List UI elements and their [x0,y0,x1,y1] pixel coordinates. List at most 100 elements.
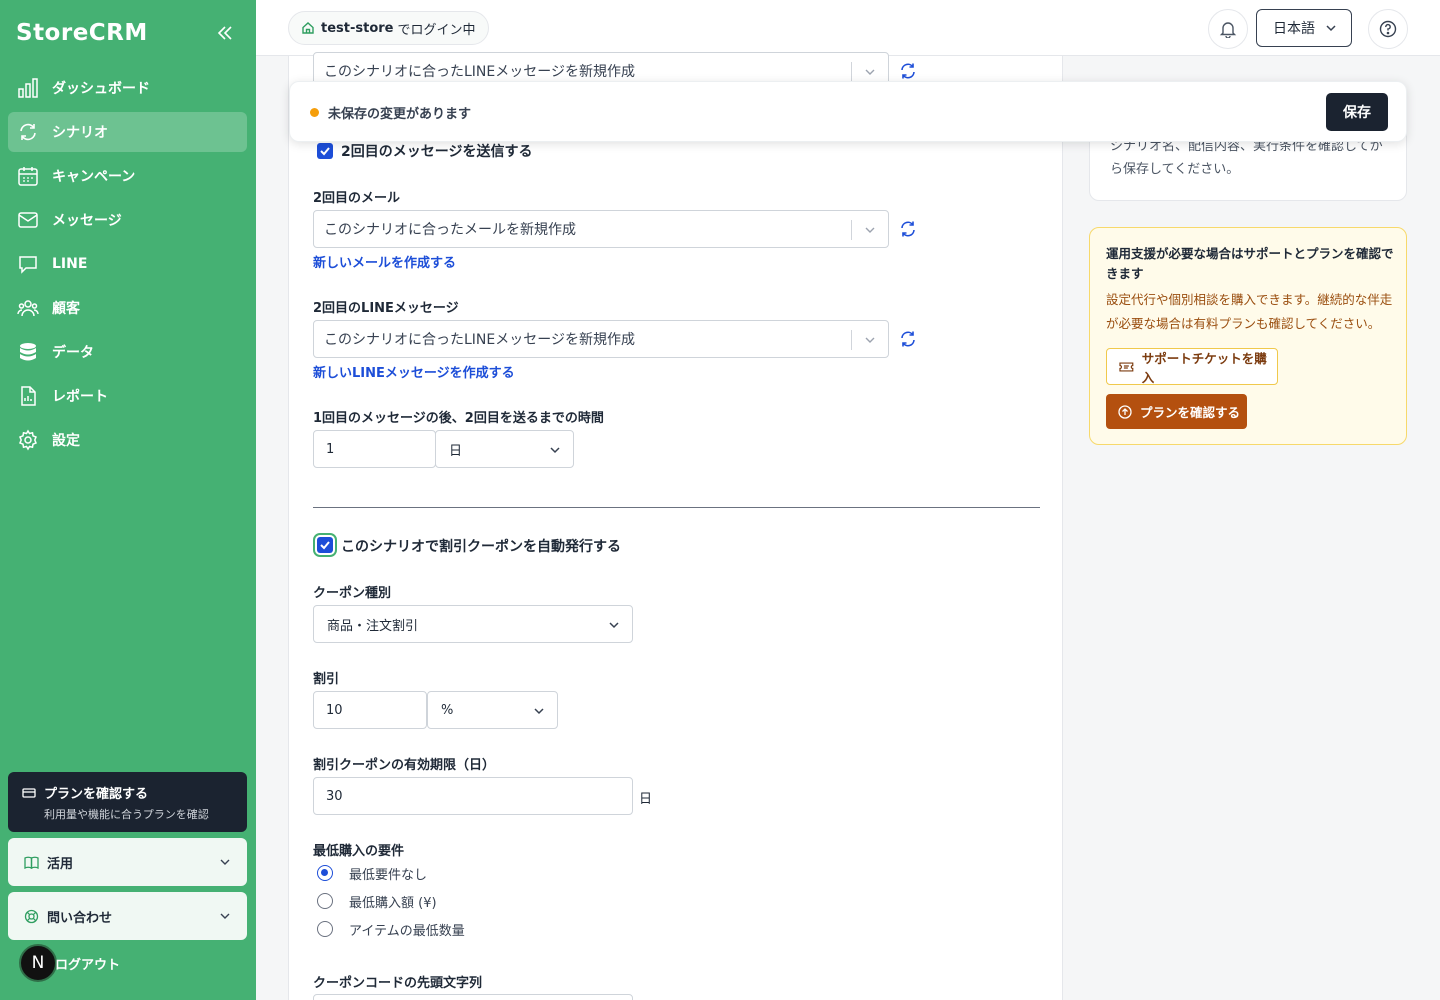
interval-unit-select[interactable]: 日 [435,430,574,468]
logout-button[interactable]: ログアウト [55,954,120,973]
accordion-usage-label: 活用 [47,856,74,872]
refresh-icon[interactable] [899,220,917,238]
select-separator [851,220,852,240]
interval-value-input[interactable]: 1 [313,430,436,468]
chevron-down-icon [534,708,544,715]
chat-icon [17,253,39,275]
avatar[interactable]: N [19,944,57,982]
second-line-label: 2回目のLINEメッセージ [313,301,459,316]
sidebar-item-data[interactable]: データ [8,332,247,372]
second-message-checkbox-label: 2回目のメッセージを送信する [341,144,533,160]
select-value: % [441,702,454,718]
accordion-contact-label: 問い合わせ [47,910,113,926]
select-value: このシナリオに合ったLINEメッセージを新規作成 [324,64,635,80]
sidebar-item-message[interactable]: メッセージ [8,200,247,240]
store-name: test-store [321,20,394,36]
chevron-down-icon [220,913,230,919]
help-button[interactable] [1368,9,1408,49]
sidebar-item-label: ダッシュボード [52,81,150,97]
accordion-usage[interactable]: 活用 [8,838,247,886]
section-divider [313,507,1040,508]
validity-suffix: 日 [639,792,653,807]
second-line-select[interactable]: このシナリオに合ったLINEメッセージを新規作成 [313,320,889,358]
brand-logo: StoreCRM [16,20,148,46]
logout-row[interactable]: N ログアウト [19,944,120,982]
new-line-link[interactable]: 新しいLINEメッセージを作成する [313,362,515,381]
home-icon [302,22,314,34]
code-prefix-label: クーポンコードの先頭文字列 [313,976,483,991]
check-icon [320,541,330,550]
code-prefix-input[interactable] [313,994,633,1000]
buy-ticket-button[interactable]: サポートチケットを購入 [1106,348,1278,385]
sidebar-item-line[interactable]: LINE [8,244,247,284]
ticket-icon [1119,361,1134,372]
sidebar-item-scenario[interactable]: シナリオ [8,112,247,152]
language-select[interactable]: 日本語 [1256,9,1352,47]
select-value: このシナリオに合ったメールを新規作成 [324,222,576,238]
book-icon [24,856,39,869]
store-suffix: でログイン中 [397,22,476,38]
sidebar-item-campaign[interactable]: キャンペーン [8,156,247,196]
sidebar-item-settings[interactable]: 設定 [8,420,247,460]
support-title: 運用支援が必要な場合はサポートとプランを確認できます [1106,246,1394,281]
users-icon [17,297,39,319]
second-message-checkbox[interactable] [317,143,333,159]
collapse-sidebar-icon[interactable] [214,22,236,44]
validity-input[interactable]: 30 [313,777,633,815]
coupon-type-select[interactable]: 商品・注文割引 [313,605,633,643]
sidebar-item-report[interactable]: レポート [8,376,247,416]
accordion-contact[interactable]: 問い合わせ [8,892,247,940]
lifebuoy-icon [24,909,39,923]
chevron-down-icon [865,337,875,343]
report-icon [17,385,39,407]
mail-icon [17,209,39,231]
unsaved-changes-bar: 未保存の変更があります 保存 [289,81,1407,142]
support-card: 運用支援が必要な場合はサポートとプランを確認できます 設定代行や個別相談を購入で… [1089,227,1407,445]
check-icon [320,147,330,156]
language-value: 日本語 [1273,21,1315,37]
min-req-radio-label: 最低購入額 (¥) [349,896,437,911]
save-button[interactable]: 保存 [1326,93,1388,131]
sidebar-item-label: LINE [52,256,88,272]
min-req-radio-label: アイテムの最低数量 [349,924,465,939]
plan-card-subtitle: 利用量や機能に合うプランを確認 [44,808,209,821]
chart-bars-icon [17,77,39,99]
sidebar-item-customers[interactable]: 顧客 [8,288,247,328]
warning-dot-icon [310,108,319,117]
chevron-down-icon [609,622,619,629]
sidebar-nav: ダッシュボード シナリオ キャンペーン メッセージ LINE 顧客 データ レポ… [8,68,247,464]
min-requirement-label: 最低購入の要件 [313,844,405,859]
notifications-button[interactable] [1208,9,1248,49]
discount-value-input[interactable]: 10 [313,691,427,729]
auto-coupon-checkbox[interactable] [313,533,337,557]
discount-label: 割引 [313,672,340,687]
sidebar-item-dashboard[interactable]: ダッシュボード [8,68,247,108]
support-text: 設定代行や個別相談を購入できます。継続的な伴走が必要な場合は有料プランも確認して… [1106,292,1393,331]
plan-card-title: プランを確認する [44,787,149,802]
min-req-radio-quantity[interactable] [317,921,333,937]
min-req-radio-label: 最低要件なし [349,868,428,883]
unsaved-message: 未保存の変更があります [328,107,472,122]
validity-label: 割引クーポンの有効期限（日） [313,758,496,773]
sidebar-item-label: レポート [52,389,108,405]
store-indicator: test-store でログイン中 [288,11,489,45]
plan-card[interactable]: プランを確認する 利用量や機能に合うプランを確認 [8,772,247,832]
second-mail-select[interactable]: このシナリオに合ったメールを新規作成 [313,210,889,248]
sidebar-item-label: シナリオ [52,125,108,141]
sidebar-item-label: 顧客 [52,301,80,317]
calendar-icon [17,165,39,187]
database-icon [17,341,39,363]
arrow-up-circle-icon [1118,404,1132,419]
min-req-radio-amount[interactable] [317,893,333,909]
check-plan-button[interactable]: プランを確認する [1106,394,1247,429]
topbar: test-store でログイン中 日本語 [256,0,1440,56]
refresh-icon[interactable] [899,330,917,348]
chevron-down-icon [865,227,875,233]
refresh-icon[interactable] [899,62,917,80]
chevron-down-icon [1326,25,1336,32]
new-mail-link[interactable]: 新しいメールを作成する [313,252,456,271]
min-req-radio-none[interactable] [317,865,333,881]
sidebar: StoreCRM ダッシュボード シナリオ キャンペーン メッセージ LINE … [0,0,256,1000]
discount-unit-select[interactable]: % [427,691,558,729]
coupon-type-label: クーポン種別 [313,586,392,601]
